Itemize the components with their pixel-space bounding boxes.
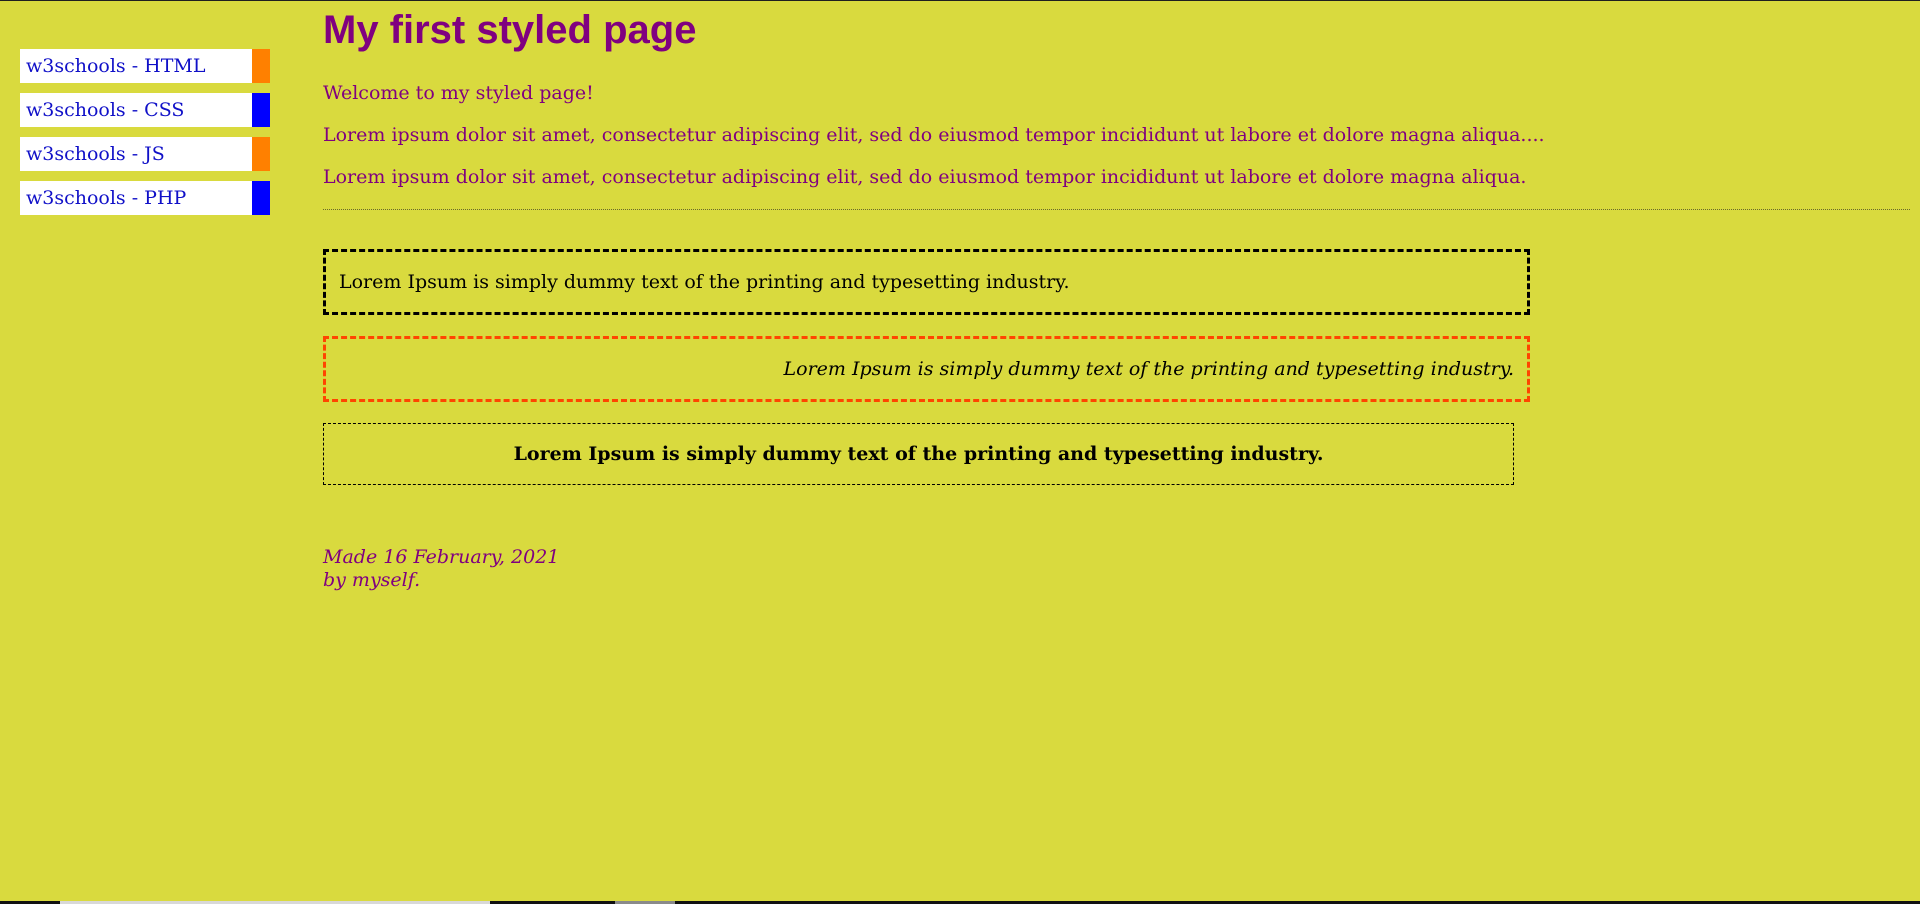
lorem-paragraph-1: Lorem ipsum dolor sit amet, consectetur … [323,124,1545,146]
nav-marker-orange [252,137,270,171]
footer-date: Made 16 February, 2021 [323,546,560,568]
horizontal-rule [323,209,1910,210]
nav-item-php[interactable]: w3schools - PHP [20,181,270,215]
footer-address: Made 16 February, 2021 by myself. [323,546,559,592]
sidebar-nav: w3schools - HTML w3schools - CSS w3schoo… [20,49,270,225]
dashed-box-thin: Lorem Ipsum is simply dummy text of the … [323,423,1514,485]
page: { "nav": { "items": [ {"label": "w3schoo… [0,0,1920,904]
nav-item-css[interactable]: w3schools - CSS [20,93,270,127]
nav-item-html[interactable]: w3schools - HTML [20,49,270,83]
box-text-bold: Lorem Ipsum is simply dummy text of the … [513,443,1324,465]
nav-marker-blue [252,93,270,127]
box-text-italic: Lorem Ipsum is simply dummy text of the … [783,358,1514,380]
welcome-text: Welcome to my styled page! [323,82,594,104]
box-text: Lorem Ipsum is simply dummy text of the … [339,271,1070,293]
footer-author: by myself. [323,569,421,591]
nav-marker-orange [252,49,270,83]
nav-marker-blue [252,181,270,215]
page-title: My first styled page [323,8,697,52]
nav-item-label: w3schools - CSS [26,99,185,121]
window-top-border [0,0,1920,1]
nav-item-js[interactable]: w3schools - JS [20,137,270,171]
nav-item-label: w3schools - HTML [26,55,206,77]
dashed-box-black: Lorem Ipsum is simply dummy text of the … [323,249,1530,315]
nav-item-label: w3schools - PHP [26,187,187,209]
dashed-box-orange: Lorem Ipsum is simply dummy text of the … [323,336,1530,402]
lorem-paragraph-2: Lorem ipsum dolor sit amet, consectetur … [323,166,1527,188]
nav-item-label: w3schools - JS [26,143,165,165]
